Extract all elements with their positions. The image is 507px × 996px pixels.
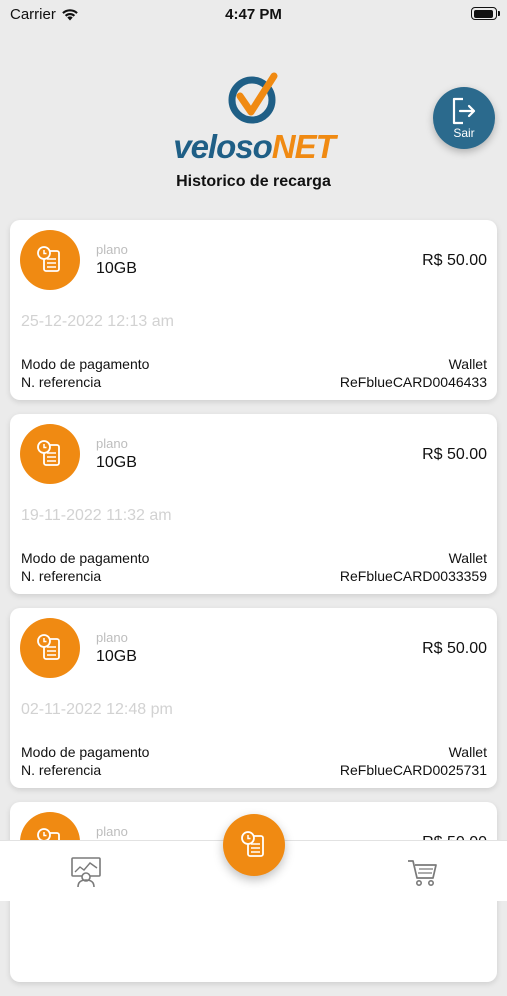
plan-label: plano	[96, 242, 128, 257]
recharge-card[interactable]: plano 10GB R$ 50.00 19-11-2022 11:32 am …	[10, 414, 497, 594]
recharge-card[interactable]: plano 10GB R$ 50.00 25-12-2022 12:13 am …	[10, 220, 497, 400]
plan-value: 10GB	[96, 454, 137, 471]
plan-value: 10GB	[96, 648, 137, 665]
payment-method-label: Modo de pagamento	[21, 550, 150, 566]
clock: 4:47 PM	[225, 6, 282, 23]
status-bar: Carrier 4:47 PM	[0, 0, 507, 30]
payment-method-label: Modo de pagamento	[21, 744, 150, 760]
reference-value: ReFblueCARD0046433	[339, 374, 487, 390]
tab-history-button[interactable]	[223, 814, 285, 876]
dashboard-user-icon	[71, 857, 101, 888]
payment-method-value: Wallet	[448, 356, 487, 372]
history-document-icon	[241, 831, 264, 857]
plan-label: plano	[96, 436, 128, 451]
receipt-clock-icon	[20, 424, 80, 484]
payment-method-label: Modo de pagamento	[21, 356, 150, 372]
logout-button[interactable]: Sair	[433, 87, 495, 149]
reference-label: N. referencia	[21, 568, 102, 584]
recharge-date: 19-11-2022 11:32 am	[21, 507, 172, 524]
logo-wordmark-part1: veloso	[173, 128, 273, 165]
plan-label: plano	[96, 824, 128, 839]
page-title: Historico de recarga	[176, 173, 331, 190]
reference-value: ReFblueCARD0025731	[339, 762, 487, 778]
price: R$ 50.00	[422, 640, 487, 657]
price: R$ 50.00	[422, 446, 487, 463]
receipt-clock-icon	[20, 618, 80, 678]
logout-icon	[452, 97, 476, 124]
logo-wordmark-part2: NET	[271, 128, 336, 165]
tab-dashboard[interactable]	[69, 855, 103, 889]
recharge-card[interactable]: plano 10GB R$ 50.00 02-11-2022 12:48 pm …	[10, 608, 497, 788]
logout-label: Sair	[453, 125, 475, 140]
reference-value: ReFblueCARD0033359	[339, 568, 487, 584]
price: R$ 50.00	[422, 252, 487, 269]
payment-method-value: Wallet	[448, 744, 487, 760]
plan-value: 10GB	[96, 260, 137, 277]
cart-icon	[408, 860, 437, 886]
battery-icon	[471, 7, 500, 20]
payment-method-value: Wallet	[448, 550, 487, 566]
logo-wordmark: velosoNET	[164, 128, 344, 166]
logo-check-icon	[228, 72, 278, 124]
reference-label: N. referencia	[21, 762, 102, 778]
reference-label: N. referencia	[21, 374, 102, 390]
recharge-date: 02-11-2022 12:48 pm	[21, 701, 173, 718]
recharge-date: 25-12-2022 12:13 am	[21, 313, 174, 330]
brand-logo: velosoNET	[164, 70, 344, 166]
plan-label: plano	[96, 630, 128, 645]
tab-cart[interactable]	[406, 855, 440, 889]
receipt-clock-icon	[20, 230, 80, 290]
